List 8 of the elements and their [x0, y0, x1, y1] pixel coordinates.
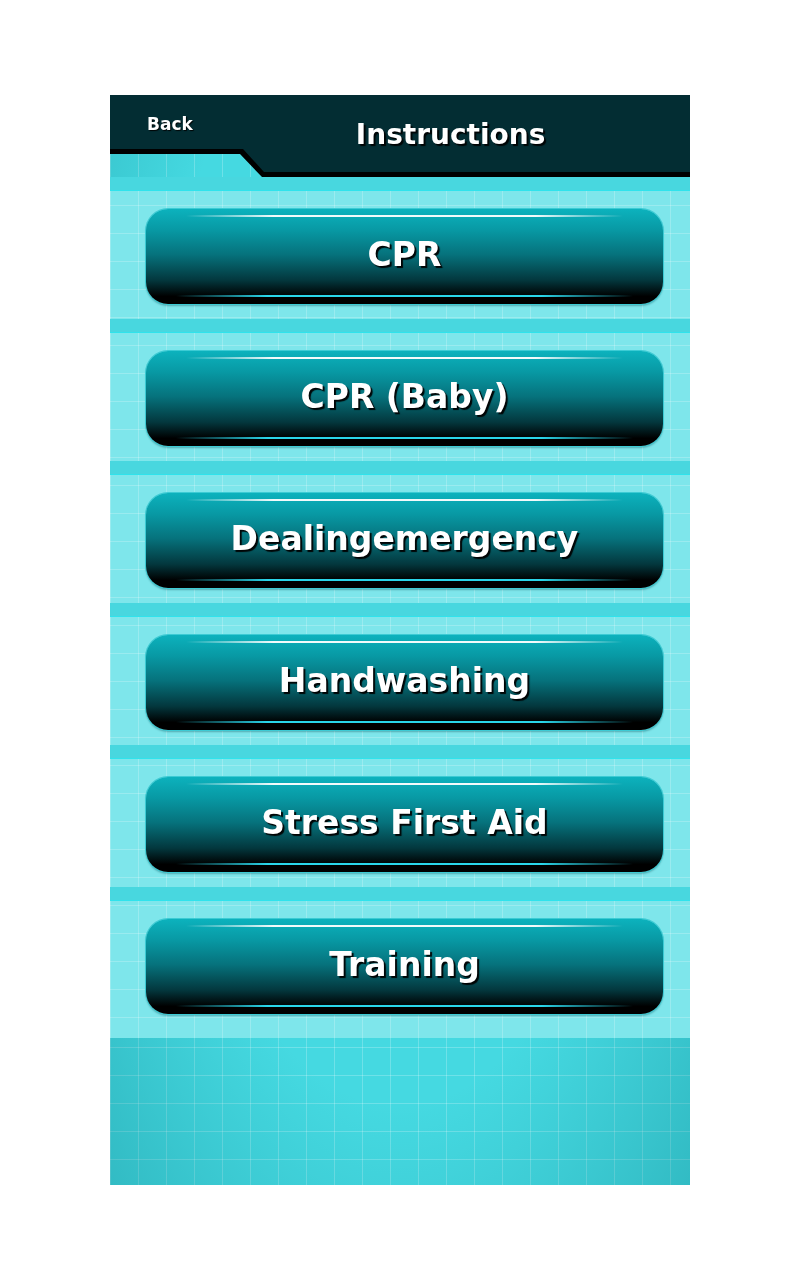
menu-button[interactable]: CPR — [146, 209, 663, 304]
screen-title: Instructions — [355, 118, 546, 152]
menu-button[interactable]: CPR (Baby) — [146, 351, 663, 446]
menu-button[interactable]: Training — [146, 919, 663, 1014]
back-button[interactable]: Back — [147, 113, 193, 135]
menu-button[interactable]: Handwashing — [146, 635, 663, 730]
menu-button[interactable]: Stress First Aid — [146, 777, 663, 872]
menu-button[interactable]: Dealingemergency — [146, 493, 663, 588]
